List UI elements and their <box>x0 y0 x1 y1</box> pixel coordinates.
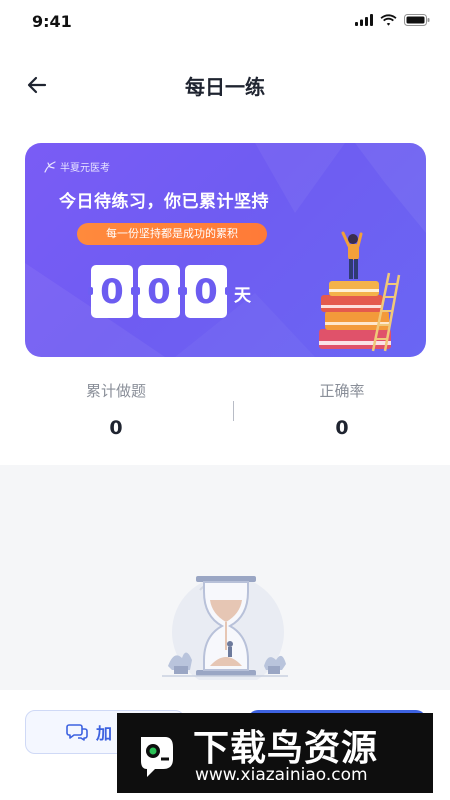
stat-value: 0 <box>109 417 123 439</box>
day-digit: 0 <box>88 265 136 318</box>
brand-name: 半夏元医考 <box>60 163 110 174</box>
watermark-url: www.xiazainiao.com <box>195 765 368 785</box>
stat-label: 累计做题 <box>85 382 146 400</box>
motto-badge: 每一份坚持都是成功的累积 <box>77 223 267 245</box>
brand-logo: 半夏元医考 <box>44 159 110 174</box>
day-unit: 天 <box>234 286 251 306</box>
signal-icon <box>355 14 373 26</box>
stat-value: 0 <box>335 417 349 439</box>
status-time: 9:41 <box>32 12 72 31</box>
hourglass-empty-illustration <box>162 576 288 680</box>
stat-label: 正确率 <box>319 382 365 400</box>
leaf-icon <box>44 160 56 173</box>
stats-panel: 累计做题 0 正确率 0 <box>0 370 450 450</box>
stat-accuracy: 正确率 0 <box>267 380 417 439</box>
wifi-icon <box>380 14 397 26</box>
bird-logo-icon <box>141 737 173 777</box>
stat-divider <box>233 401 234 421</box>
books-ladder-illustration <box>319 231 401 352</box>
day-digit: 0 <box>182 265 230 318</box>
status-bar: 9:41 <box>0 0 450 44</box>
banner-title: 今日待练习，你已累计坚持 <box>59 192 269 212</box>
page-title: 每日一练 <box>185 75 265 99</box>
battery-icon <box>404 14 430 26</box>
nav-bar: 每日一练 <box>0 60 450 108</box>
day-digit: 0 <box>135 265 183 318</box>
join-button-label: 加 <box>96 724 113 743</box>
streak-counter: 0 0 0 天 <box>88 265 251 318</box>
chat-bubbles-icon <box>66 724 88 741</box>
stat-total-questions: 累计做题 0 <box>41 380 191 439</box>
watermark-banner: 下载鸟资源 www.xiazainiao.com <box>117 713 433 793</box>
watermark-name: 下载鸟资源 <box>193 728 379 769</box>
streak-banner: 半夏元医考 今日待练习，你已累计坚持 每一份坚持都是成功的累积 0 0 0 天 <box>25 143 426 357</box>
status-icons <box>355 14 430 26</box>
